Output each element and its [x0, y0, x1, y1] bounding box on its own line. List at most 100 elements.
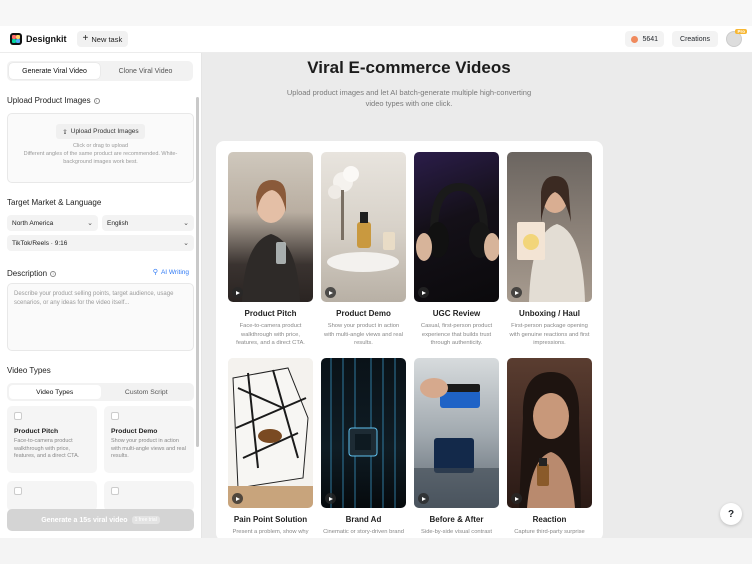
video-types-section-title: Video Types [7, 366, 51, 375]
chevron-down-icon: ⌄ [183, 240, 189, 247]
upload-dropzone[interactable]: ⇪ Upload Product Images Click or drag to… [7, 113, 194, 183]
creations-label: Creations [680, 35, 710, 43]
card-desc: Show your product in action with multi-a… [111, 438, 186, 460]
video-type-card-product-demo[interactable]: Product Demo Show your product in action… [104, 406, 194, 473]
video-thumbnail[interactable] [414, 358, 499, 508]
language-select[interactable]: English ⌄ [102, 215, 194, 231]
video-thumbnail[interactable] [228, 358, 313, 508]
description-title-text: Description [7, 269, 48, 278]
video-title: Product Demo [336, 309, 391, 318]
sidebar-scrollbar[interactable] [196, 97, 199, 447]
headphones-illustration [416, 182, 499, 261]
new-task-label: New task [91, 34, 123, 44]
upload-title-text: Upload Product Images [7, 96, 91, 105]
tab-video-types[interactable]: Video Types [9, 385, 101, 399]
chevron-down-icon: ⌄ [183, 220, 189, 227]
video-tile-reaction[interactable]: Reaction Capture third-party surprise an… [507, 358, 592, 541]
play-icon[interactable] [511, 493, 522, 504]
help-icon: ? [727, 508, 735, 520]
brand-logo[interactable]: Designkit [10, 33, 67, 45]
upload-hint-line1: Click or drag to upload [72, 143, 129, 149]
tab-custom-script[interactable]: Custom Script [101, 385, 193, 399]
video-tile-product-pitch[interactable]: Product Pitch Face-to-camera product wal… [228, 152, 313, 348]
video-thumbnail[interactable] [414, 152, 499, 302]
bottom-strip [0, 538, 752, 564]
video-type-card-product-pitch[interactable]: Product Pitch Face-to-camera product wal… [7, 406, 97, 473]
video-title: Brand Ad [345, 515, 382, 524]
main-content: Viral E-commerce Videos Upload product i… [203, 53, 752, 541]
pro-badge: Pro [735, 29, 747, 34]
video-thumbnail[interactable] [507, 358, 592, 508]
plus-icon: + [82, 33, 89, 44]
video-thumbnail[interactable] [321, 358, 406, 508]
ai-writing-button[interactable]: ⚲ AI Writing [152, 268, 189, 277]
credits-count: 5641 [642, 35, 659, 43]
sponge-illustration [414, 378, 499, 508]
video-tile-ugc-review[interactable]: UGC Review Casual, first-person product … [414, 152, 499, 348]
person-illustration [242, 180, 300, 302]
checkbox[interactable] [14, 412, 22, 420]
info-icon[interactable]: i [50, 270, 57, 277]
play-icon[interactable] [325, 493, 336, 504]
upload-icon: ⇪ [62, 128, 68, 136]
video-tile-before-after[interactable]: Before & After Side-by-side visual contr… [414, 358, 499, 541]
video-tile-brand-ad[interactable]: Brand Ad Cinematic or story-driven brand… [321, 358, 406, 541]
video-title: UGC Review [432, 309, 481, 318]
video-tile-product-demo[interactable]: Product Demo Show your product in action… [321, 152, 406, 348]
play-icon[interactable] [418, 287, 429, 298]
user-avatar[interactable]: Pro [726, 29, 747, 47]
video-desc: First-person package opening with genuin… [509, 323, 590, 347]
video-thumbnail[interactable] [321, 152, 406, 302]
video-title: Pain Point Solution [233, 515, 308, 524]
designkit-logo-icon [10, 33, 22, 45]
format-select[interactable]: TikTok/Reels · 9:16 ⌄ [7, 235, 194, 251]
app-header: Designkit + New task 5641 Creations Pro [0, 26, 752, 53]
video-title: Unboxing / Haul [519, 309, 580, 318]
tab-clone-viral-video[interactable]: Clone Viral Video [100, 63, 191, 79]
free-trial-badge: 1 free trial [131, 516, 160, 524]
video-tile-unboxing-haul[interactable]: Unboxing / Haul First-person package ope… [507, 152, 592, 348]
brand-name: Designkit [26, 34, 67, 44]
video-gallery: Product Pitch Face-to-camera product wal… [216, 141, 603, 541]
credits-badge[interactable]: 5641 [625, 31, 665, 47]
new-task-button[interactable]: + New task [76, 31, 129, 47]
product-illustration [327, 166, 399, 272]
play-icon[interactable] [511, 287, 522, 298]
generate-label: Generate a 15s viral video [41, 516, 128, 524]
page-title: Viral E-commerce Videos [307, 58, 511, 77]
tab-generate-viral-video[interactable]: Generate Viral Video [9, 63, 100, 79]
checkbox[interactable] [111, 487, 119, 495]
description-section-title: Description i [7, 269, 57, 278]
upload-images-button[interactable]: ⇪ Upload Product Images [56, 124, 145, 139]
video-type-card[interactable] [104, 481, 194, 511]
help-button[interactable]: ? [720, 503, 742, 525]
woman-illustration [519, 372, 581, 508]
video-desc: Show your product in action with multi-a… [324, 323, 403, 347]
video-types-tabs: Video Types Custom Script [7, 383, 194, 401]
checkbox[interactable] [14, 487, 22, 495]
generate-video-button[interactable]: Generate a 15s viral video 1 free trial [7, 509, 194, 531]
info-icon[interactable]: i [93, 97, 100, 104]
card-title: Product Pitch [14, 428, 59, 435]
card-title: Product Demo [111, 428, 158, 435]
play-icon[interactable] [418, 493, 429, 504]
chevron-down-icon: ⌄ [87, 220, 93, 227]
upload-hint-line2: Different angles of the same product are… [23, 150, 178, 165]
play-icon[interactable] [232, 287, 243, 298]
description-input[interactable]: Describe your product selling points, ta… [7, 283, 194, 351]
video-thumbnail[interactable] [228, 152, 313, 302]
coin-icon [631, 35, 639, 43]
lightbulb-icon: ⚲ [152, 269, 158, 276]
checkbox[interactable] [111, 412, 119, 420]
play-icon[interactable] [325, 287, 336, 298]
play-icon[interactable] [232, 493, 243, 504]
creations-button[interactable]: Creations [672, 31, 718, 47]
region-select[interactable]: North America ⌄ [7, 215, 98, 231]
sidebar: Generate Viral Video Clone Viral Video U… [0, 53, 202, 538]
chair-illustration [228, 358, 313, 508]
video-thumbnail[interactable] [507, 152, 592, 302]
video-desc: Face-to-camera product walkthrough with … [236, 323, 305, 347]
video-tile-pain-point-solution[interactable]: Pain Point Solution Present a problem, s… [228, 358, 313, 541]
video-type-card[interactable] [7, 481, 97, 511]
format-value: TikTok/Reels · 9:16 [12, 239, 68, 247]
